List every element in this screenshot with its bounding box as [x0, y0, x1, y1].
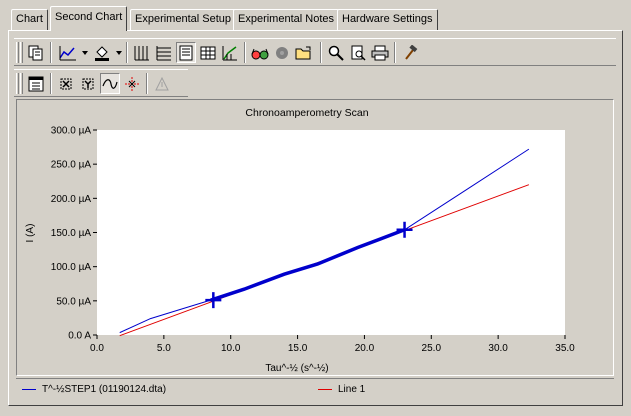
tab-second-chart[interactable]: Second Chart	[50, 6, 128, 31]
toolbar-grip[interactable]	[16, 42, 19, 63]
legend-label-series1: T^-½STEP1 (01190124.dta)	[42, 384, 167, 395]
fill-color-icon[interactable]	[92, 42, 112, 63]
chevron-down-icon[interactable]	[116, 51, 122, 55]
y-tick-label: 50.0 µA	[56, 296, 91, 307]
y-tick-label: 300.0 µA	[51, 126, 92, 137]
y-axis: 0.0 A 50.0 µA 100.0 µA 150.0 µA 200.0 µA 250.…	[51, 126, 97, 342]
x-axis-label: Tau^-½ (s^-½)	[265, 363, 328, 374]
copy-icon[interactable]	[26, 42, 46, 63]
tab-experimental-notes[interactable]: Experimental Notes	[233, 9, 339, 30]
zoom-icon[interactable]	[326, 42, 346, 63]
axis-log-icon[interactable]	[220, 42, 240, 63]
tab-chart[interactable]: Chart	[11, 9, 48, 30]
properties-icon[interactable]	[26, 73, 46, 94]
toolbar-separator	[394, 42, 396, 63]
toolbar-grip-2	[20, 73, 23, 94]
y-tick-label: 200.0 µA	[51, 194, 92, 205]
glasses-icon[interactable]	[250, 42, 270, 63]
toolbar-separator	[50, 73, 52, 94]
print-icon[interactable]	[370, 42, 390, 63]
legend-item-series2[interactable]: Line 1	[318, 384, 365, 395]
x-tick-label: 30.0	[488, 343, 508, 354]
tab-experimental-setup[interactable]: Experimental Setup	[130, 9, 236, 30]
data-table-icon[interactable]	[176, 42, 196, 63]
point-select-icon[interactable]	[122, 73, 142, 94]
toolbar-grip[interactable]	[16, 73, 19, 94]
vertical-grid-icon[interactable]	[132, 42, 152, 63]
legend-swatch-series1	[22, 389, 36, 390]
toolbar-separator	[50, 42, 52, 63]
x-axis: 0.0 5.0 10.0 15.0 20.0 25.0 30.0 35.0	[90, 335, 575, 354]
y-tick-label: 150.0 µA	[51, 228, 92, 239]
x-tick-label: 15.0	[288, 343, 308, 354]
tab-bar: Chart Second Chart Experimental Setup Ex…	[0, 0, 631, 31]
x-tick-label: 0.0	[90, 343, 104, 354]
tab-hardware-settings[interactable]: Hardware Settings	[337, 9, 438, 30]
warning-icon[interactable]	[152, 73, 172, 94]
print-preview-icon[interactable]	[348, 42, 368, 63]
chart-area: Chronoamperometry Scan 0.0 A 50.0 µA 100.0…	[16, 99, 614, 376]
y-tick-label: 100.0 µA	[51, 262, 92, 273]
chevron-down-icon[interactable]	[82, 51, 88, 55]
x-tick-label: 20.0	[355, 343, 375, 354]
toolbar-grip-2	[20, 42, 23, 63]
y-axis-label: I (A)	[25, 224, 36, 243]
legend-item-series1[interactable]: T^-½STEP1 (01190124.dta)	[22, 384, 166, 395]
grid-table-icon[interactable]	[198, 42, 218, 63]
chart-toolbar-main	[14, 38, 616, 66]
horizontal-grid-icon[interactable]	[154, 42, 174, 63]
x-tick-label: 5.0	[157, 343, 171, 354]
x-tick-label: 35.0	[555, 343, 575, 354]
toolbar-separator	[126, 42, 128, 63]
legend-label-series2: Line 1	[338, 384, 366, 395]
chart-toolbar-secondary	[14, 69, 188, 97]
y-tick-label: 0.0 A	[68, 331, 91, 342]
y-tick-label: 250.0 µA	[51, 160, 92, 171]
gear-cloud-icon[interactable]	[272, 42, 292, 63]
x-tick-label: 10.0	[221, 343, 241, 354]
smooth-curve-icon[interactable]	[100, 73, 120, 94]
legend-swatch-series2	[318, 389, 332, 390]
line-style-icon[interactable]	[58, 42, 78, 63]
remove-x-icon[interactable]	[56, 73, 76, 94]
x-tick-label: 25.0	[422, 343, 442, 354]
chronoamperometry-chart[interactable]: Chronoamperometry Scan 0.0 A 50.0 µA 100.0…	[17, 100, 613, 375]
chart-title: Chronoamperometry Scan	[245, 107, 368, 119]
remove-y-icon[interactable]	[78, 73, 98, 94]
chart-legend: T^-½STEP1 (01190124.dta) Line 1	[16, 378, 614, 400]
toolbar-separator	[320, 42, 322, 63]
plot-background[interactable]	[97, 130, 565, 335]
folder-icon[interactable]	[294, 42, 314, 63]
hammer-icon[interactable]	[400, 42, 420, 63]
toolbar-separator	[244, 42, 246, 63]
toolbar-separator	[146, 73, 148, 94]
